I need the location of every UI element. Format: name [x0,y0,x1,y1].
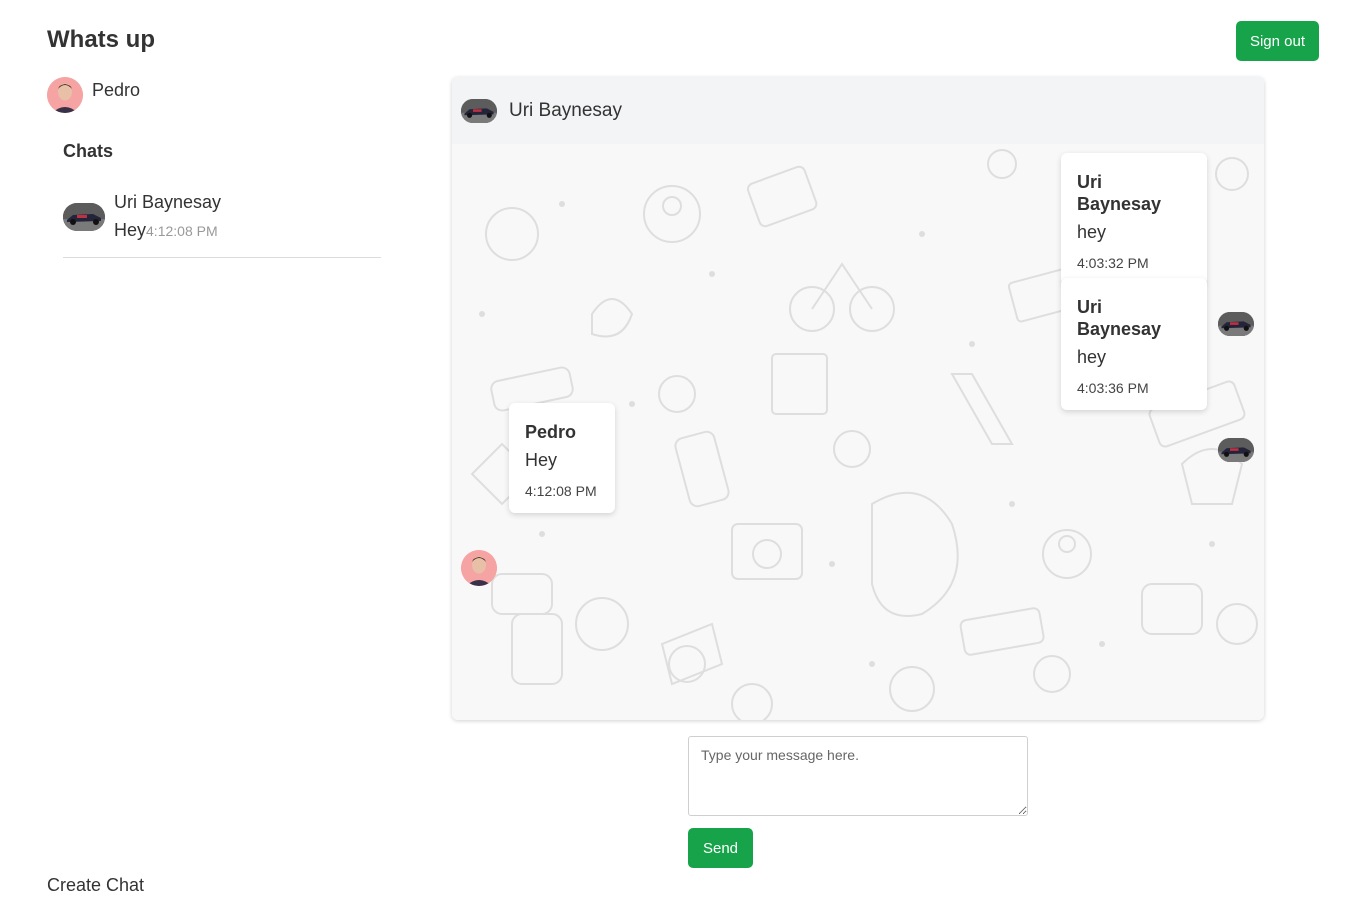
person-avatar-icon [461,550,497,586]
message-time: 4:03:32 PM [1077,255,1149,271]
current-user: Pedro [47,77,140,113]
chat-window: Uri Baynesay Uri Baynesay hey 4:03:32 PM… [452,77,1264,720]
create-chat-link[interactable]: Create Chat [47,875,144,896]
message-sender: Pedro [525,422,577,442]
app-title: Whats up [47,26,155,53]
message-area[interactable]: Uri Baynesay hey 4:03:32 PM Uri Baynesay… [452,144,1264,720]
race-car-avatar-icon [63,203,105,231]
message-input[interactable] [688,736,1028,816]
chat-list-item-time: 4:12:08 PM [146,223,218,239]
race-car-avatar-icon [1218,438,1254,462]
chat-header: Uri Baynesay [452,77,1264,144]
race-car-avatar-icon [461,98,497,123]
sign-out-button[interactable]: Sign out [1236,21,1319,61]
chat-list-item[interactable]: Uri Baynesay Hey4:12:08 PM [63,188,381,258]
message-text: hey [1077,222,1107,242]
message-bubble: Uri Baynesay hey 4:03:36 PM [1061,278,1207,410]
chat-list-item-last-message: Hey [114,220,147,240]
send-button[interactable]: Send [688,828,753,868]
current-user-name: Pedro [92,79,141,100]
message-sender: Uri Baynesay [1077,172,1162,214]
message-text: hey [1077,347,1107,367]
message-time: 4:12:08 PM [525,483,597,499]
message-bubble: Uri Baynesay hey 4:03:32 PM [1061,153,1207,285]
chat-header-title: Uri Baynesay [509,99,622,121]
message-sender: Uri Baynesay [1077,297,1162,339]
person-avatar-icon [47,77,83,113]
race-car-avatar-icon [1218,312,1254,336]
chats-heading: Chats [63,141,114,161]
chat-list-item-name: Uri Baynesay [114,192,222,212]
message-text: Hey [525,450,558,470]
message-time: 4:03:36 PM [1077,380,1149,396]
message-bubble: Pedro Hey 4:12:08 PM [509,403,615,513]
